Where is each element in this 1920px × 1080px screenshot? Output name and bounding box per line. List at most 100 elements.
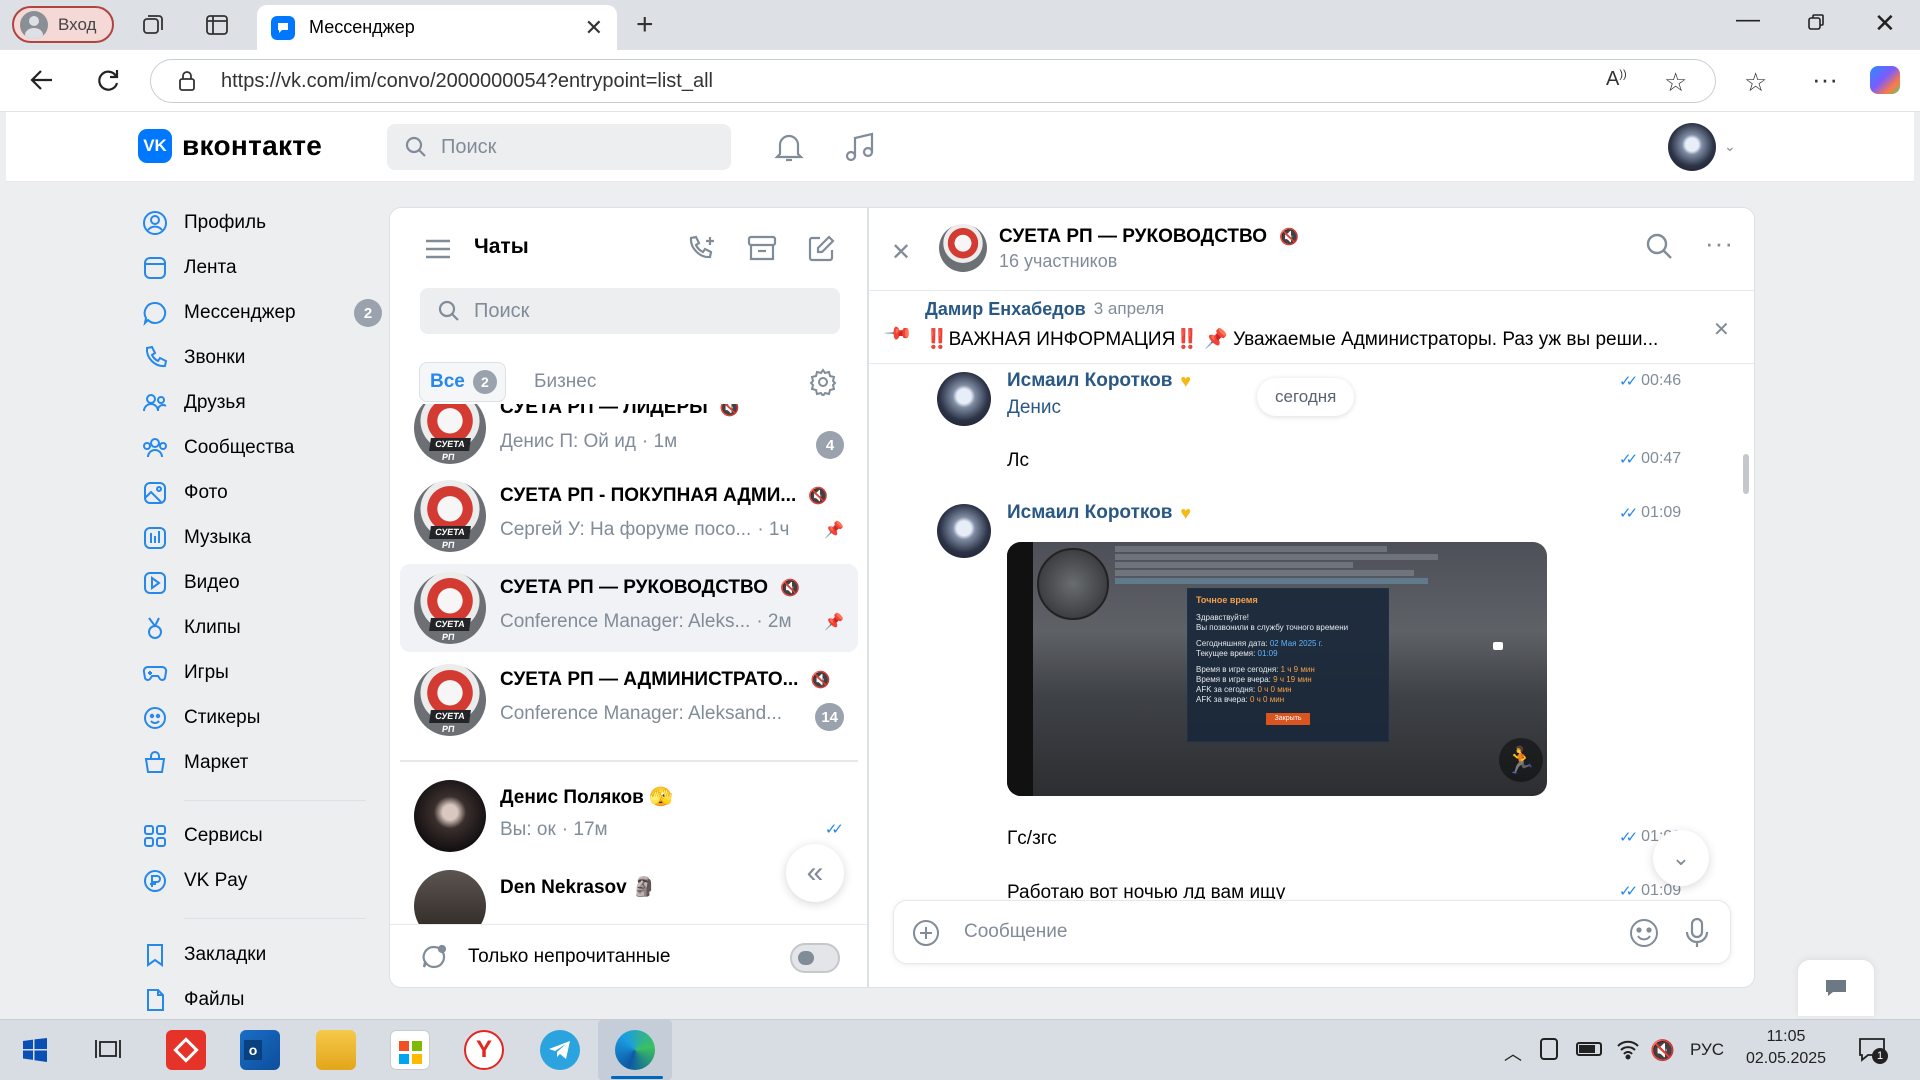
tray-device-icon[interactable] [1540, 1038, 1558, 1060]
pinned-message-bar[interactable]: 📌 Дамир Енхабедов 3 апреля ‼️ВАЖНАЯ ИНФО… [869, 291, 1754, 363]
chat-avatar [414, 780, 486, 852]
conversation-more-icon[interactable]: ··· [1705, 228, 1734, 259]
sidebar-item-vkpay[interactable]: VK Pay [142, 861, 382, 901]
compose-icon[interactable] [806, 234, 836, 264]
anydesk-app-icon[interactable] [166, 1030, 206, 1070]
file-explorer-icon[interactable] [316, 1030, 356, 1070]
task-view-icon[interactable] [94, 1036, 122, 1062]
filter-tab-all[interactable]: Все 2 [419, 362, 506, 402]
chat-list-item[interactable]: СУЕТА РП СУЕТА РП — АДМИНИСТРАТО... 🔇 Confe… [400, 656, 858, 744]
music-note-icon[interactable] [844, 130, 876, 164]
back-icon[interactable] [28, 66, 56, 94]
volume-muted-icon[interactable]: 🔇 [1650, 1038, 1675, 1063]
message-author[interactable]: Исмаил Коротков [1007, 502, 1172, 524]
clock[interactable]: 11:05 02.05.2025 [1744, 1026, 1828, 1070]
yandex-browser-icon[interactable]: Y [464, 1030, 504, 1070]
close-window-icon[interactable]: ✕ [1874, 8, 1896, 39]
telegram-icon[interactable] [540, 1030, 580, 1070]
tray-chevron-up-icon[interactable]: ︿ [1504, 1040, 1522, 1066]
read-aloud-icon[interactable]: A)) [1606, 68, 1627, 91]
sender-avatar[interactable] [937, 504, 991, 558]
settings-gear-icon[interactable] [809, 368, 837, 396]
sender-avatar[interactable] [937, 372, 991, 426]
chat-list-item[interactable]: СУЕТА РП СУЕТА РП — ЛИДЕРЫ 🔇 Денис П: Ой ид… [400, 404, 858, 472]
sidebar-item-games[interactable]: Игры [142, 653, 382, 693]
conversation-search-icon[interactable] [1645, 232, 1673, 260]
edge-browser-icon[interactable] [615, 1030, 655, 1070]
conversation-avatar[interactable] [939, 224, 987, 272]
sidebar-item-photo[interactable]: Фото [142, 473, 382, 513]
browser-profile-login-button[interactable]: Вход [12, 6, 114, 43]
notifications-center-icon[interactable]: 1 [1858, 1036, 1888, 1064]
user-avatar[interactable] [1668, 123, 1716, 171]
input-language[interactable]: РУС [1690, 1040, 1724, 1060]
chat-list-item[interactable]: Денис Поляков 🫣 Вы: ок · 17м ✓✓ [400, 772, 858, 860]
unpin-close-icon[interactable]: ✕ [1713, 317, 1730, 342]
address-bar[interactable]: https://vk.com/im/convo/2000000054?entry… [150, 59, 1716, 103]
conversation-title-row[interactable]: СУЕТА РП — РУКОВОДСТВО 🔇 [999, 226, 1299, 248]
attach-plus-icon[interactable] [912, 919, 940, 947]
sidebar-item-friends[interactable]: Друзья [142, 383, 382, 423]
sidebar-item-clips[interactable]: Клипы [142, 608, 382, 648]
sidebar-item-services[interactable]: Сервисы [142, 816, 382, 856]
chat-list-item[interactable]: СУЕТА РП СУЕТА РП - ПОКУПНАЯ АДМИ... 🔇 Серг… [400, 472, 858, 560]
filter-tab-business[interactable]: Бизнес [534, 371, 596, 393]
sidebar-item-communities[interactable]: Сообщества [142, 428, 382, 468]
game-screenshot-image[interactable]: Точное время Здравствуйте! Вы позвонили … [1007, 542, 1547, 796]
quick-chat-button[interactable] [1798, 960, 1874, 1016]
message-author[interactable]: Исмаил Коротков [1007, 370, 1172, 392]
unread-only-label: Только непрочитанные [468, 946, 671, 967]
close-conversation-icon[interactable]: ✕ [891, 238, 911, 267]
windows-start-icon[interactable] [22, 1037, 48, 1063]
chevron-down-icon[interactable]: ⌄ [1724, 138, 1736, 155]
copilot-icon[interactable] [1870, 66, 1900, 94]
members-count[interactable]: 16 участников [999, 251, 1117, 272]
unread-only-toggle[interactable] [790, 943, 840, 973]
vk-search-input[interactable]: Поиск [387, 124, 731, 170]
workspaces-icon[interactable] [140, 12, 166, 38]
sidebar-item-feed[interactable]: Лента [142, 248, 382, 288]
favorites-icon[interactable]: ☆ [1744, 67, 1767, 98]
restore-icon[interactable] [1806, 12, 1826, 32]
collapse-chat-list-icon[interactable]: « [786, 844, 844, 902]
sidebar-item-bookmarks[interactable]: Закладки [142, 935, 382, 975]
sidebar-item-music[interactable]: Музыка [142, 518, 382, 558]
message-scrollbar[interactable] [1743, 454, 1749, 494]
message-mention[interactable]: Денис [1007, 397, 1061, 419]
emoji-smile-icon[interactable] [1628, 917, 1660, 949]
new-tab-icon[interactable]: + [636, 10, 654, 40]
sidebar-item-market[interactable]: Маркет [142, 743, 382, 783]
outlook-app-icon[interactable]: o [240, 1030, 280, 1070]
favorite-star-icon[interactable]: ☆ [1664, 67, 1687, 98]
tab-actions-icon[interactable] [204, 12, 230, 38]
sidebar-item-profile[interactable]: Профиль [142, 203, 382, 243]
new-call-icon[interactable] [686, 234, 718, 264]
chat-list-item[interactable]: СУЕТА РП СУЕТА РП — РУКОВОДСТВО 🔇 Conferenc… [400, 564, 858, 652]
microphone-icon[interactable] [1684, 917, 1710, 949]
sidebar-item-calls[interactable]: Звонки [142, 338, 382, 378]
microsoft-store-icon[interactable] [390, 1030, 430, 1070]
message-input[interactable]: Сообщение [964, 921, 1067, 943]
message-time: 01:09 [1641, 504, 1682, 521]
battery-icon[interactable] [1576, 1042, 1602, 1056]
sidebar-item-files[interactable]: Файлы [142, 980, 382, 1020]
minimize-icon[interactable]: — [1736, 6, 1760, 34]
chat-search-input[interactable]: Поиск [420, 288, 840, 334]
vk-logo[interactable]: VK вконтакте [138, 129, 322, 163]
close-tab-icon[interactable]: ✕ [585, 15, 603, 41]
tab-messenger[interactable]: Мессенджер ✕ [257, 5, 617, 50]
menu-hamburger-icon[interactable] [424, 238, 452, 260]
scroll-down-chevron-icon[interactable]: ⌄ [1653, 830, 1709, 886]
chat-avatar-label: СУЕТА РП [429, 526, 471, 550]
lock-icon[interactable] [176, 69, 198, 93]
chat-preview-row: Conference Manager: Aleksand... [500, 703, 782, 725]
more-menu-icon[interactable]: ··· [1812, 64, 1838, 95]
notifications-bell-icon[interactable] [774, 131, 804, 163]
reload-icon[interactable] [94, 66, 122, 94]
sidebar-item-video[interactable]: Видео [142, 563, 382, 603]
archive-icon[interactable] [746, 234, 778, 264]
divider [390, 924, 867, 925]
wifi-icon[interactable] [1616, 1038, 1640, 1060]
sidebar-item-stickers[interactable]: Стикеры [142, 698, 382, 738]
sidebar-item-messenger[interactable]: Мессенджер 2 [142, 293, 382, 333]
